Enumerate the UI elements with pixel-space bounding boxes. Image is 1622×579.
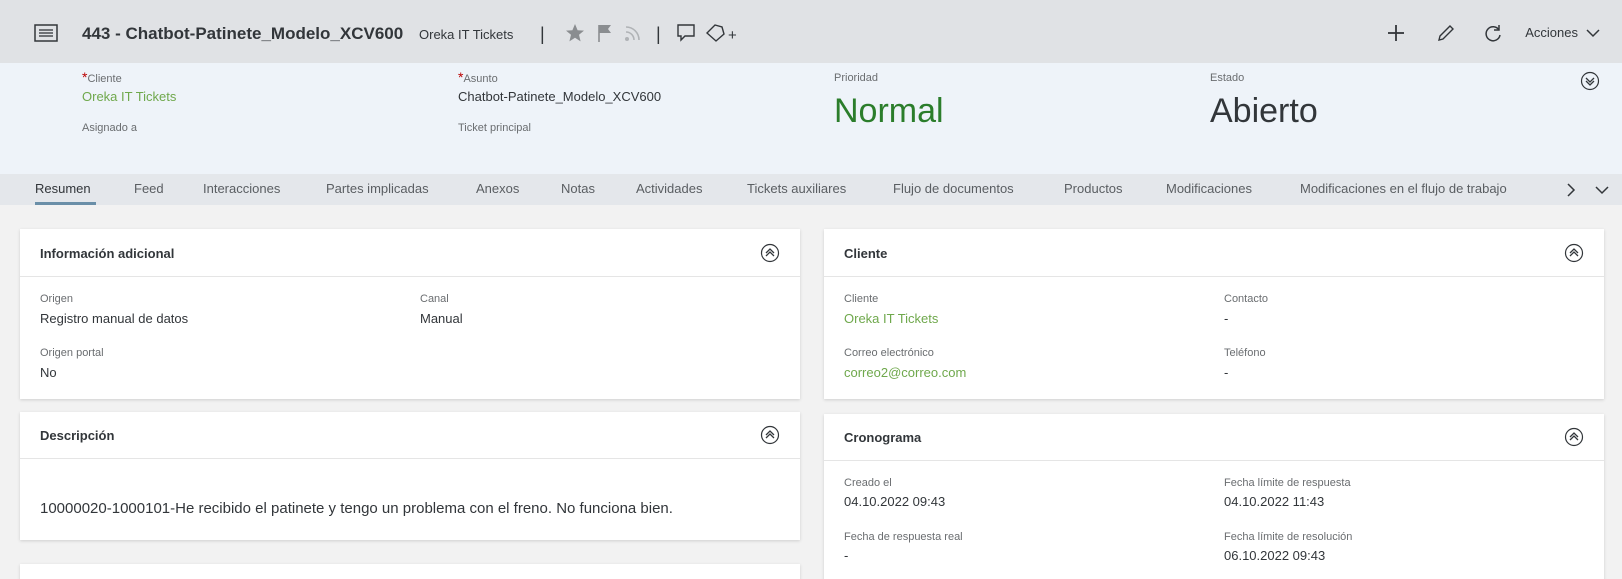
cronograma-card-title: Cronograma (844, 430, 922, 445)
header-field-asunto: *Asunto Chatbot-Patinete_Modelo_XCV600 (458, 69, 661, 104)
expand-header-icon[interactable] (1580, 71, 1600, 91)
tab-flujo-documentos[interactable]: Flujo de documentos (893, 181, 1014, 196)
toolbar-separator: | (656, 24, 661, 44)
contacto-value: - (1224, 311, 1229, 326)
ticket-principal-label: Ticket principal (458, 122, 531, 134)
creado-label: Creado el (844, 477, 892, 489)
description-card-title: Descripción (40, 428, 115, 443)
cliente-card-title: Cliente (844, 246, 888, 261)
contacto-label: Contacto (1224, 293, 1269, 305)
limite-respuesta-value: 04.10.2022 11:43 (1224, 494, 1325, 509)
tab-actividades[interactable]: Actividades (636, 181, 702, 196)
actions-label: Acciones (1525, 25, 1578, 40)
limite-resolucion-value: 06.10.2022 09:43 (1224, 548, 1326, 563)
cliente-link[interactable]: Oreka IT Tickets (82, 89, 176, 104)
add-tag-button[interactable]: + (728, 27, 737, 44)
card-divider (824, 460, 1604, 461)
tab-interacciones[interactable]: Interacciones (203, 181, 280, 196)
cliente-label: Cliente (844, 293, 879, 305)
chevron-right-icon[interactable] (1565, 183, 1577, 197)
refresh-icon[interactable] (1482, 22, 1504, 44)
info-card-title: Información adicional (40, 246, 175, 261)
rss-icon[interactable] (622, 22, 644, 44)
next-card (20, 564, 800, 579)
add-icon[interactable] (1385, 22, 1407, 44)
asunto-label: Asunto (463, 73, 498, 85)
limite-resolucion-label: Fecha límite de resolución (1224, 531, 1353, 543)
card-divider (20, 276, 800, 277)
origen-label: Origen (40, 293, 74, 305)
collapse-card-icon[interactable] (760, 425, 780, 445)
tab-tickets-auxiliares[interactable]: Tickets auxiliares (747, 181, 846, 196)
origen-value: Registro manual de datos (40, 311, 189, 326)
shell-bar: 443 - Chatbot-Patinete_Modelo_XCV600 Ore… (0, 0, 1622, 63)
tab-feed[interactable]: Feed (134, 181, 164, 196)
header-field-asignado: Asignado a (82, 122, 137, 134)
header-field-estado: Estado Abierto (1210, 72, 1318, 131)
tab-modificaciones-flujo-trabajo[interactable]: Modificaciones en el flujo de trabajo (1300, 181, 1507, 196)
chevron-down-icon[interactable] (1595, 185, 1609, 195)
tab-partes-implicadas[interactable]: Partes implicadas (326, 181, 429, 196)
collapse-card-icon[interactable] (1564, 427, 1584, 447)
tab-resumen[interactable]: Resumen (35, 181, 91, 196)
canal-label: Canal (420, 293, 449, 305)
chevron-down-icon (1586, 28, 1600, 37)
header-field-cliente: *Cliente Oreka IT Tickets (82, 69, 176, 104)
page-subtitle: Oreka IT Tickets (419, 27, 514, 42)
toolbar-separator: | (540, 24, 545, 44)
star-icon[interactable] (564, 22, 586, 44)
estado-value: Abierto (1210, 92, 1318, 130)
list-menu-icon[interactable] (34, 24, 58, 42)
tab-notas[interactable]: Notas (561, 181, 595, 196)
object-header: *Cliente Oreka IT Tickets Asignado a *As… (0, 63, 1622, 174)
cronograma-card: Cronograma Creado el 04.10.2022 09:43 Fe… (824, 414, 1604, 579)
asignado-label: Asignado a (82, 122, 138, 134)
estado-label: Estado (1210, 72, 1245, 84)
edit-pencil-icon[interactable] (1435, 22, 1457, 44)
header-field-ticket-principal: Ticket principal (458, 122, 531, 134)
limite-respuesta-label: Fecha límite de respuesta (1224, 477, 1351, 489)
correo-link[interactable]: correo2@correo.com (844, 365, 966, 380)
comment-icon[interactable] (675, 22, 697, 44)
prioridad-label: Prioridad (834, 72, 879, 84)
cliente-label: Cliente (87, 73, 122, 85)
tab-anexos[interactable]: Anexos (476, 181, 519, 196)
card-divider (824, 276, 1604, 277)
creado-value: 04.10.2022 09:43 (844, 494, 946, 509)
card-divider (20, 458, 800, 459)
description-text: 10000020-1000101-He recibido el patinete… (40, 500, 673, 517)
telefono-value: - (1224, 365, 1229, 380)
origen-portal-value: No (40, 365, 57, 380)
info-card: Información adicional Origen Registro ma… (20, 229, 800, 399)
actions-menu-button[interactable]: Acciones (1525, 25, 1600, 40)
origen-portal-label: Origen portal (40, 347, 104, 359)
respuesta-real-value: - (844, 548, 849, 563)
active-tab-indicator (35, 202, 96, 205)
description-card: Descripción 10000020-1000101-He recibido… (20, 412, 800, 540)
cliente-card: Cliente Cliente Oreka IT Tickets Contact… (824, 229, 1604, 399)
page-title: 443 - Chatbot-Patinete_Modelo_XCV600 (82, 24, 404, 43)
asunto-value: Chatbot-Patinete_Modelo_XCV600 (458, 89, 662, 104)
collapse-card-icon[interactable] (760, 243, 780, 263)
flag-icon[interactable] (594, 22, 616, 44)
cliente-link[interactable]: Oreka IT Tickets (844, 311, 938, 326)
correo-label: Correo electrónico (844, 347, 934, 359)
header-field-prioridad: Prioridad Normal (834, 72, 944, 131)
tab-bar: Resumen Feed Interacciones Partes implic… (0, 174, 1622, 205)
prioridad-value: Normal (834, 92, 944, 130)
tag-icon[interactable] (704, 22, 726, 44)
respuesta-real-label: Fecha de respuesta real (844, 531, 963, 543)
canal-value: Manual (420, 311, 463, 326)
tab-productos[interactable]: Productos (1064, 181, 1123, 196)
collapse-card-icon[interactable] (1564, 243, 1584, 263)
tab-modificaciones[interactable]: Modificaciones (1166, 181, 1252, 196)
telefono-label: Teléfono (1224, 347, 1266, 359)
